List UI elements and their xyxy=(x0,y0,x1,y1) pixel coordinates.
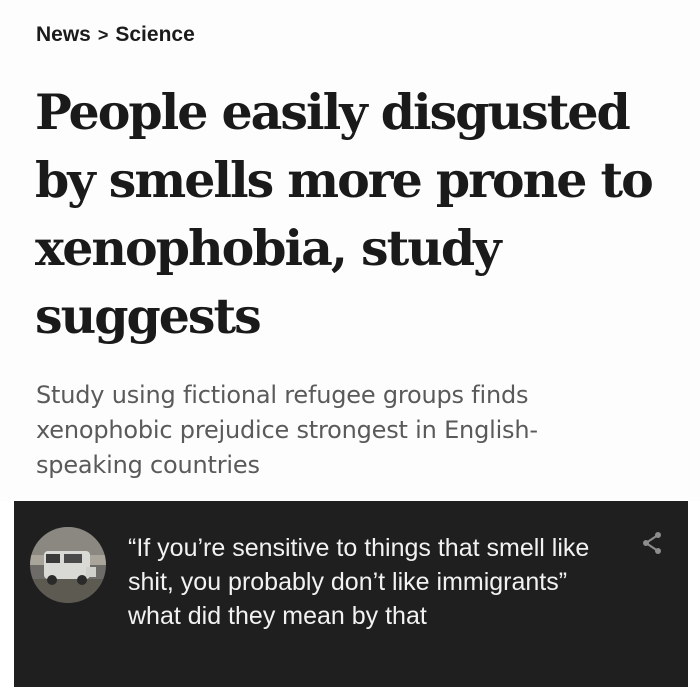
article-standfirst: Study using fictional refugee groups fin… xyxy=(36,381,538,479)
breadcrumb: News > Science xyxy=(36,23,195,47)
comment-panel: “If you’re sensitive to things that smel… xyxy=(0,501,700,699)
avatar[interactable] xyxy=(30,527,106,603)
comment-card: “If you’re sensitive to things that smel… xyxy=(14,501,688,687)
comment-text: “If you’re sensitive to things that smel… xyxy=(128,534,590,630)
share-icon[interactable] xyxy=(638,529,666,557)
breadcrumb-section-link[interactable]: News xyxy=(36,23,91,47)
article-headline: People easily disgusted by smells more p… xyxy=(35,83,654,345)
avatar-image xyxy=(30,527,106,603)
breadcrumb-subsection-link[interactable]: Science xyxy=(115,23,194,47)
article-header: News > Science People easily disgusted b… xyxy=(0,0,700,501)
breadcrumb-separator: > xyxy=(97,24,109,45)
